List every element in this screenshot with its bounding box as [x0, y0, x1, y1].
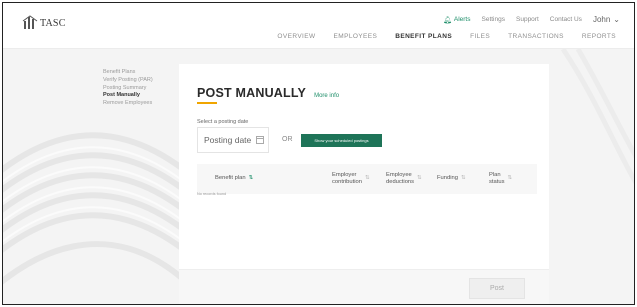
- bell-icon: 🔔︎: [442, 16, 452, 24]
- alerts-link[interactable]: 🔔︎ Alerts: [443, 16, 471, 24]
- title-row: POST MANUALLY More info: [197, 86, 339, 100]
- column-benefit-plan[interactable]: Benefit plan ⇅: [215, 175, 253, 182]
- nav-overview[interactable]: OVERVIEW: [277, 33, 315, 40]
- app-window: TASC 🔔︎ Alerts Settings Support Contact …: [2, 2, 635, 305]
- nav-reports[interactable]: REPORTS: [582, 33, 616, 40]
- utility-links: 🔔︎ Alerts Settings Support Contact Us Jo…: [443, 15, 620, 24]
- column-plan-status-label: Plan status: [489, 172, 504, 186]
- page-title: POST MANUALLY: [197, 86, 307, 100]
- nav-employees[interactable]: EMPLOYEES: [334, 33, 378, 40]
- action-bar: Post: [179, 269, 549, 304]
- settings-link[interactable]: Settings: [482, 16, 506, 23]
- column-status-line1: Plan: [489, 172, 501, 178]
- column-deductions-line1: Employee: [386, 172, 412, 178]
- sort-icon[interactable]: ⇅: [507, 175, 512, 182]
- logo-text: TASC: [40, 17, 66, 29]
- chevron-down-icon: ⌄: [613, 15, 620, 24]
- nav-benefit-plans[interactable]: BENEFIT PLANS: [395, 33, 452, 40]
- sort-icon[interactable]: ⇅: [461, 175, 466, 182]
- column-deductions-line2: deductions: [386, 178, 415, 185]
- column-funding[interactable]: Funding ⇅: [437, 175, 466, 182]
- show-scheduled-postings-button[interactable]: Show your scheduled postings: [301, 134, 382, 147]
- contact-link[interactable]: Contact Us: [550, 16, 582, 23]
- user-name: John: [592, 15, 611, 24]
- post-button[interactable]: Post: [469, 278, 525, 299]
- sort-icon[interactable]: ⇅: [417, 175, 422, 182]
- empty-state-text: No records found: [197, 192, 227, 196]
- column-status-line2: status: [489, 178, 505, 185]
- or-separator: OR: [282, 136, 293, 143]
- benefit-plans-subnav: Benefit Plans Verify Posting (PAR) Posti…: [103, 69, 153, 108]
- column-plan-status[interactable]: Plan status ⇅: [489, 172, 512, 186]
- column-employee-deductions[interactable]: Employee deductions ⇅: [386, 172, 422, 186]
- column-employer-line1: Employer: [332, 172, 357, 178]
- user-menu[interactable]: John ⌄: [593, 15, 620, 24]
- subnav-remove-employees[interactable]: Remove Employees: [103, 100, 153, 108]
- column-funding-label: Funding: [437, 175, 458, 181]
- posting-date-placeholder: Posting date: [204, 135, 252, 145]
- main-nav: OVERVIEW EMPLOYEES BENEFIT PLANS FILES T…: [277, 33, 616, 40]
- top-header: TASC 🔔︎ Alerts Settings Support Contact …: [3, 3, 634, 49]
- calendar-icon[interactable]: [256, 136, 265, 144]
- subnav-benefit-plans[interactable]: Benefit Plans: [103, 69, 153, 77]
- sort-icon[interactable]: ⇅: [365, 175, 370, 182]
- column-benefit-plan-label: Benefit plan: [215, 175, 246, 181]
- alerts-label: Alerts: [453, 16, 471, 23]
- subnav-verify-posting[interactable]: Verify Posting (PAR): [103, 77, 153, 85]
- title-underline: [197, 102, 217, 104]
- column-employer-contribution-label: Employer contribution: [332, 172, 362, 186]
- sort-icon[interactable]: ⇅: [249, 175, 254, 182]
- nav-files[interactable]: FILES: [470, 33, 490, 40]
- column-employer-line2: contribution: [332, 178, 362, 185]
- more-info-link[interactable]: More info: [314, 93, 339, 99]
- subnav-post-manually[interactable]: Post Manually: [103, 92, 153, 100]
- support-link[interactable]: Support: [516, 16, 539, 23]
- logo-mark-icon: [22, 15, 38, 29]
- tasc-logo[interactable]: TASC: [22, 15, 66, 31]
- posting-date-input[interactable]: Posting date: [197, 127, 269, 153]
- subnav-posting-summary[interactable]: Posting Summary: [103, 85, 153, 93]
- post-manually-card: POST MANUALLY More info Select a posting…: [179, 64, 549, 304]
- nav-transactions[interactable]: TRANSACTIONS: [508, 33, 564, 40]
- table-header: Benefit plan ⇅ Employer contribution ⇅ E…: [197, 164, 537, 194]
- posting-date-label: Select a posting date: [197, 119, 249, 125]
- column-employee-deductions-label: Employee deductions: [386, 172, 414, 186]
- column-employer-contribution[interactable]: Employer contribution ⇅: [332, 172, 370, 186]
